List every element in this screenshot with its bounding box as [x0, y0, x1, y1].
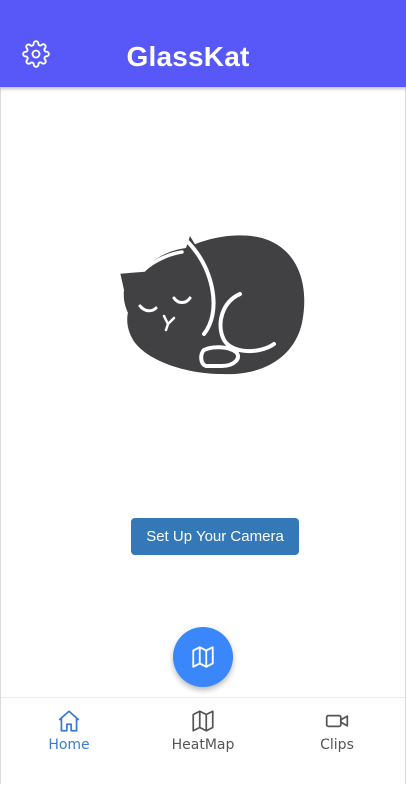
video-camera-icon: [325, 714, 349, 728]
home-icon: [58, 710, 80, 732]
nav-item-heatmap[interactable]: HeatMap: [148, 698, 258, 768]
map-icon: [192, 710, 214, 732]
nav-label-heatmap: HeatMap: [171, 737, 235, 753]
sleeping-cat-icon: [118, 235, 305, 375]
bottom-navigation: Home HeatMap Clips: [1, 697, 405, 784]
nav-item-clips[interactable]: Clips: [282, 698, 392, 768]
app-title: GlassKat: [126, 41, 250, 72]
heatmap-fab-button[interactable]: [173, 627, 233, 687]
map-icon: [192, 646, 214, 668]
nav-label-home: Home: [48, 737, 90, 753]
nav-item-home[interactable]: Home: [14, 698, 124, 768]
nav-label-clips: Clips: [320, 737, 354, 753]
setup-camera-button[interactable]: Set Up Your Camera: [131, 518, 299, 555]
app-header: GlassKat: [0, 0, 406, 87]
